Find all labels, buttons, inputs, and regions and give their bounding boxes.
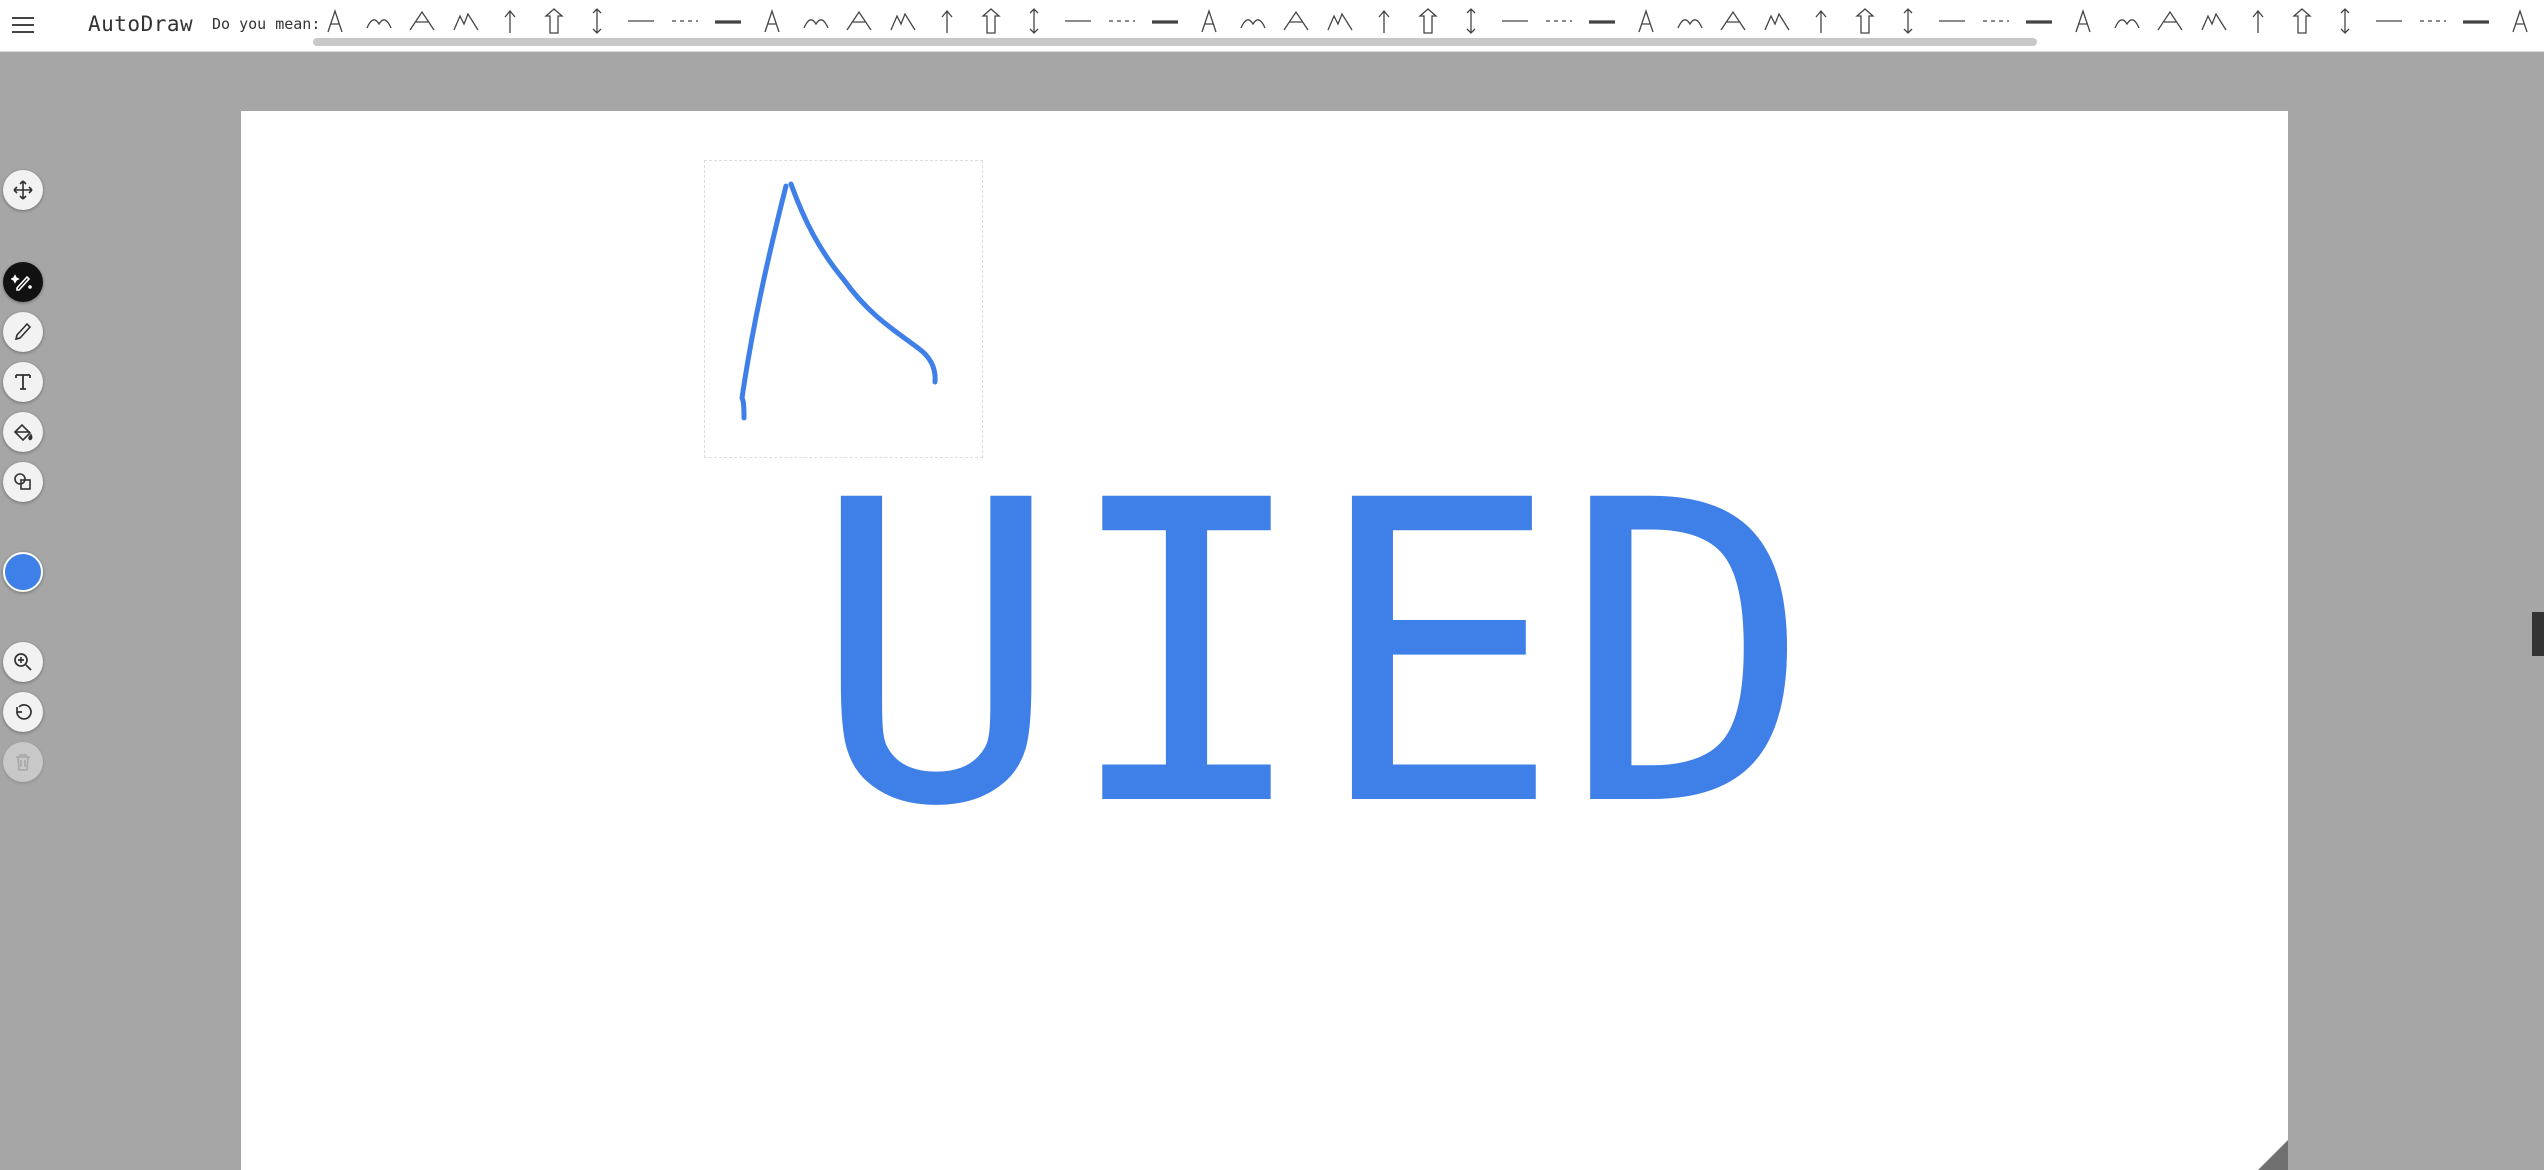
tent-icon[interactable] [1103,3,1141,39]
undo-tool-button[interactable] [3,692,43,732]
pyramid-icon[interactable] [1321,3,1359,39]
type-tool-button[interactable] [3,362,43,402]
eiffel-tower-icon[interactable] [2457,3,2495,39]
fill-tool-button[interactable] [3,412,43,452]
suggestions-scrollbar[interactable] [313,38,2037,46]
shapes-icon [14,473,31,490]
pencil-tool-icon[interactable] [1540,3,1578,39]
text-icon [15,374,31,390]
warning-triangle-icon[interactable] [2151,3,2189,39]
coat-icon[interactable] [972,3,1010,39]
mountains-icon[interactable] [447,3,485,39]
solar-panel-icon[interactable] [1409,3,1447,39]
feet-icon[interactable] [1758,3,1796,39]
jacket-icon[interactable] [928,3,966,39]
shape-tool-button[interactable] [3,462,43,502]
suggestions-strip [316,0,2544,40]
paint-brush-icon[interactable] [2020,3,2058,39]
move-icon [13,180,33,200]
menu-icon[interactable] [10,12,36,38]
high-heel-icon[interactable] [1671,3,1709,39]
cone-icon[interactable] [1015,3,1053,39]
plane-icon[interactable] [2283,3,2321,39]
tower-icon[interactable] [2501,3,2539,39]
palm-tree-icon[interactable] [797,3,835,39]
arrow-outline-icon[interactable] [535,3,573,39]
arrow-up-icon[interactable] [491,3,529,39]
fill-icon [13,423,33,442]
pencil-icon [14,322,32,341]
brush-icon[interactable] [1933,3,1971,39]
autodraw-icon [11,274,32,291]
flag-icon[interactable] [1496,3,1534,39]
city-icon[interactable] [2239,3,2277,39]
trash-icon [16,754,30,771]
suggestions-label: Do you mean: [212,15,321,33]
lamp-icon[interactable] [1977,3,2015,39]
canvas-resize-handle[interactable] [2258,1140,2288,1170]
boot-icon[interactable] [1714,3,1752,39]
color-picker[interactable] [3,552,43,592]
zoom-tool-button[interactable] [3,642,43,682]
ufo-icon[interactable] [1059,3,1097,39]
tongs-icon[interactable] [316,3,354,39]
lantern-icon[interactable] [753,3,791,39]
thick-line-icon[interactable] [709,3,747,39]
delete-tool-button[interactable] [3,742,43,782]
line-icon[interactable] [622,3,660,39]
ruler-triangle-icon[interactable] [2064,3,2102,39]
arrow-double-icon[interactable] [578,3,616,39]
canvas-text[interactable]: UIED [811,421,1971,901]
mountain-icon[interactable] [403,3,441,39]
cone-outline-icon[interactable] [2108,3,2146,39]
igloo-icon[interactable] [1146,3,1184,39]
pattern-icon[interactable] [1452,3,1490,39]
autodraw-tool-button[interactable] [3,262,43,302]
moon-icon[interactable] [1846,3,1884,39]
hill-icon[interactable] [360,3,398,39]
island-icon[interactable] [1234,3,1272,39]
dashed-line-icon[interactable] [666,3,704,39]
top-bar: AutoDraw Do you mean: [0,0,2544,52]
phone-icon[interactable] [2370,3,2408,39]
buildings-icon[interactable] [2195,3,2233,39]
bird-icon[interactable] [1889,3,1927,39]
shirt-icon[interactable] [884,3,922,39]
volcano-icon[interactable] [1190,3,1228,39]
feather-icon[interactable] [1802,3,1840,39]
move-tool-button[interactable] [3,170,43,210]
chair-icon[interactable] [840,3,878,39]
diamond-icon[interactable] [1277,3,1315,39]
lounge-chair-icon[interactable] [2414,3,2452,39]
pencil-icon[interactable] [1583,3,1621,39]
pen-icon[interactable] [1627,3,1665,39]
app-title: AutoDraw [88,12,194,36]
undo-icon [16,704,32,720]
drawing-canvas[interactable]: UIED [241,111,2288,1170]
page-scrollbar-thumb[interactable] [2532,612,2544,656]
draw-tool-button[interactable] [3,312,43,352]
document-icon[interactable] [2326,3,2364,39]
triangle-icon[interactable] [1365,3,1403,39]
zoom-icon [14,653,32,671]
